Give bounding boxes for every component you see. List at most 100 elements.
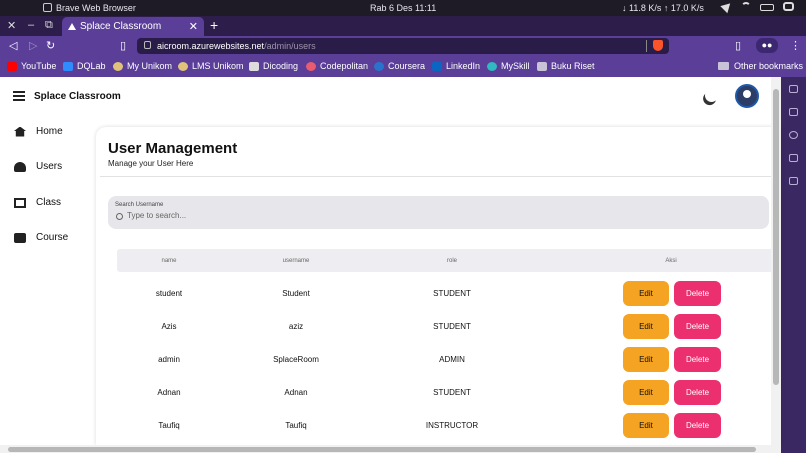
table-row: student Student STUDENT Edit Delete [96, 279, 781, 307]
delete-button[interactable]: Delete [674, 314, 721, 339]
brave-shields-icon[interactable] [653, 40, 663, 51]
page-title: User Management [108, 140, 238, 157]
cell-name: Taufiq [158, 421, 180, 430]
tab-splace-classroom[interactable]: Splace Classroom ✕ [62, 17, 204, 36]
control-center-icon[interactable] [783, 2, 794, 11]
url-divider [646, 40, 647, 52]
search-input[interactable] [127, 211, 747, 220]
home-icon [14, 126, 26, 137]
other-bookmarks[interactable]: Other bookmarks [718, 61, 803, 71]
nav-item-users[interactable]: Users [14, 161, 62, 172]
dicoding-icon [249, 61, 259, 71]
youtube-icon [7, 61, 17, 71]
battery-icon[interactable] [760, 4, 774, 11]
cell-name: student [155, 289, 183, 298]
nav-item-class[interactable]: Class [14, 197, 61, 208]
edit-button[interactable]: Edit [623, 413, 669, 438]
scrollbar-thumb[interactable] [773, 89, 779, 385]
dark-mode-toggle-icon[interactable] [703, 87, 720, 104]
class-icon [14, 197, 26, 208]
bookmark-coursera[interactable]: Coursera [374, 61, 425, 71]
cell-username: Taufiq [285, 421, 307, 430]
hamburger-menu-icon[interactable] [13, 91, 25, 103]
table-row: admin SplaceRoom ADMIN Edit Delete [96, 345, 781, 373]
back-icon[interactable]: ◁ [9, 39, 17, 52]
delete-button[interactable]: Delete [674, 380, 721, 405]
sidebar-toggle-icon[interactable]: ▯ [735, 39, 741, 52]
users-icon [14, 161, 26, 172]
edit-button[interactable]: Edit [623, 347, 669, 372]
bookmark-codepolitan[interactable]: Codepolitan [306, 61, 368, 71]
cell-role: INSTRUCTOR [425, 421, 479, 430]
bookmark-dicoding[interactable]: Dicoding [249, 61, 298, 71]
cell-username: aziz [288, 322, 304, 331]
menu-icon[interactable]: ⋮ [790, 39, 801, 52]
system-menubar: Brave Web Browser Rab 6 Des 11:11 ↓ 11.8… [0, 0, 806, 16]
cell-name: Azis [161, 322, 177, 331]
clock[interactable]: Rab 6 Des 11:11 [370, 3, 436, 13]
delete-button[interactable]: Delete [674, 347, 721, 372]
search-field[interactable]: Search Username [108, 196, 769, 229]
table-header: name username role Aksi [117, 249, 781, 272]
vertical-scrollbar[interactable] [771, 77, 781, 445]
close-window-icon[interactable]: ✕ [7, 19, 16, 32]
delete-button[interactable]: Delete [674, 281, 721, 306]
bookmark-my-unikom[interactable]: My Unikom [113, 61, 172, 71]
user-avatar[interactable] [735, 84, 759, 108]
cell-name: Adnan [157, 388, 181, 397]
tab-strip: ✕ – ⧉ Splace Classroom ✕ + [0, 16, 806, 36]
nav-item-course[interactable]: Course [14, 232, 68, 243]
status-tray [720, 0, 794, 14]
nav-item-home[interactable]: Home [14, 126, 63, 137]
horizontal-scrollbar[interactable] [0, 445, 781, 453]
active-app-name[interactable]: Brave Web Browser [56, 3, 136, 13]
cell-role: STUDENT [433, 388, 471, 397]
site-info-icon[interactable] [144, 41, 151, 49]
forward-icon[interactable]: ▷ [29, 39, 37, 52]
sidebar-panel-icon[interactable] [789, 177, 798, 185]
url-text[interactable]: aicroom.azurewebsites.net/admin/users [157, 41, 316, 51]
edit-button[interactable]: Edit [623, 380, 669, 405]
dqlab-icon [63, 61, 73, 71]
close-tab-icon[interactable]: ✕ [189, 20, 198, 33]
edit-button[interactable]: Edit [623, 281, 669, 306]
bookmark-myskill[interactable]: MySkill [487, 61, 530, 71]
site-favicon-icon [68, 23, 76, 30]
address-bar[interactable]: aicroom.azurewebsites.net/admin/users [137, 38, 669, 54]
scrollbar-thumb[interactable] [8, 447, 756, 452]
side-navigation: Home Users Class Course [0, 117, 90, 447]
web-page: Splace Classroom Home Users Class Course… [0, 77, 781, 445]
wifi-icon[interactable] [741, 2, 751, 12]
divider [100, 176, 781, 177]
reload-icon[interactable]: ↻ [46, 39, 55, 52]
codepolitan-icon [306, 61, 316, 71]
linkedin-icon [432, 61, 442, 71]
sidebar-panel-icon[interactable] [789, 108, 798, 116]
cell-username: SplaceRoom [273, 355, 319, 364]
table-row: Taufiq Taufiq INSTRUCTOR Edit Delete [96, 411, 781, 439]
cell-username: Student [282, 289, 310, 298]
tab-search-icon[interactable]: ⧉ [45, 19, 53, 32]
telegram-icon[interactable] [720, 0, 734, 14]
myskill-icon [487, 61, 497, 71]
column-header-role: role [446, 258, 458, 264]
bookmark-dqlab[interactable]: DQLab [63, 61, 106, 71]
bookmark-lms-unikom[interactable]: LMS Unikom [178, 61, 244, 71]
new-tab-button[interactable]: + [210, 17, 218, 33]
sidebar-panel-icon[interactable] [789, 154, 798, 162]
bookmark-linkedin[interactable]: LinkedIn [432, 61, 480, 71]
edit-button[interactable]: Edit [623, 314, 669, 339]
user-management-card: User Management Manage your User Here Se… [96, 127, 781, 445]
network-speed: ↓ 11.8 K/s ↑ 17.0 K/s [622, 3, 704, 13]
brave-vpn-icon[interactable]: ●● [756, 38, 778, 53]
search-label: Search Username [115, 202, 164, 208]
table-row: Adnan Adnan STUDENT Edit Delete [96, 378, 781, 406]
bookmark-buku-riset[interactable]: Buku Riset [537, 61, 595, 71]
bookmark-youtube[interactable]: YouTube [7, 61, 56, 71]
bookmark-icon[interactable]: ▯ [120, 39, 126, 52]
delete-button[interactable]: Delete [674, 413, 721, 438]
sidebar-panel-icon[interactable] [789, 85, 798, 93]
minimize-icon[interactable]: – [28, 19, 34, 31]
unikom-icon [113, 61, 123, 71]
sidebar-panel-icon[interactable] [789, 131, 798, 139]
